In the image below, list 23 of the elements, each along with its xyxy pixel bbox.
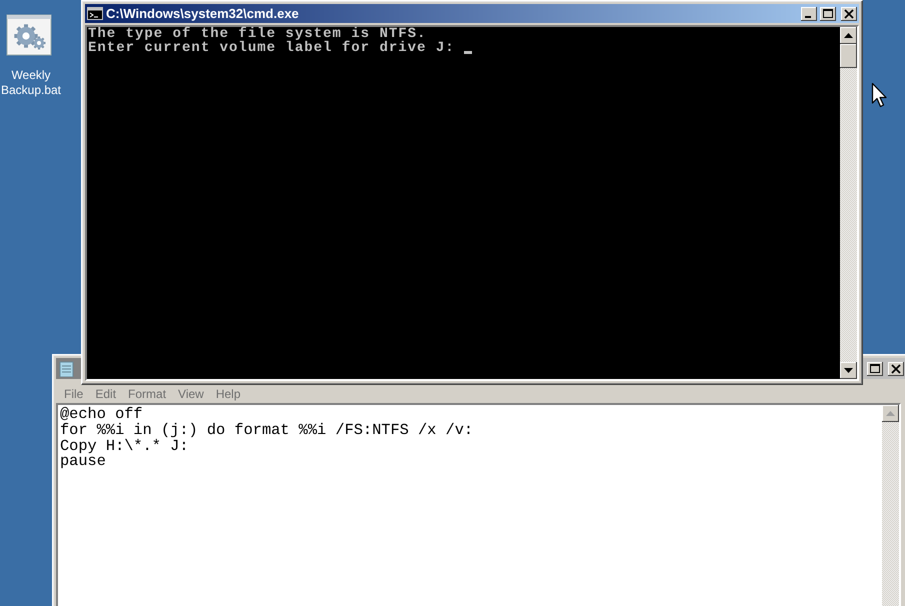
scroll-thumb[interactable] bbox=[840, 44, 857, 68]
code-line: for %%i in (j:) do format %%i /FS:NTFS /x /v: bbox=[60, 422, 474, 439]
close-button[interactable] bbox=[888, 362, 904, 376]
console-icon[interactable] bbox=[87, 7, 103, 20]
maximize-button[interactable] bbox=[820, 6, 836, 20]
minimize-button[interactable] bbox=[801, 6, 817, 20]
code-line: @echo off bbox=[60, 407, 143, 423]
text-cursor bbox=[464, 51, 472, 54]
scroll-up-button[interactable] bbox=[882, 405, 899, 422]
window-title: C:\Windows\system32\cmd.exe bbox=[106, 6, 299, 21]
scroll-bar[interactable] bbox=[840, 27, 857, 379]
icon-label: Weekly Backup.bat bbox=[0, 68, 62, 98]
scroll-down-button[interactable] bbox=[840, 362, 857, 379]
console-line: Enter current volume label for drive J: bbox=[88, 41, 456, 55]
code-line: Copy H:\*.* J: bbox=[60, 438, 189, 454]
pointer-icon bbox=[871, 82, 889, 110]
console-line: The type of the file system is NTFS. bbox=[88, 27, 426, 41]
code-line: pause bbox=[60, 454, 107, 470]
scroll-up-button[interactable] bbox=[840, 27, 857, 44]
gear-file-icon[interactable] bbox=[6, 14, 52, 56]
maximize-button[interactable] bbox=[867, 362, 883, 376]
close-button[interactable] bbox=[841, 6, 857, 20]
scroll-bar[interactable] bbox=[882, 405, 899, 606]
